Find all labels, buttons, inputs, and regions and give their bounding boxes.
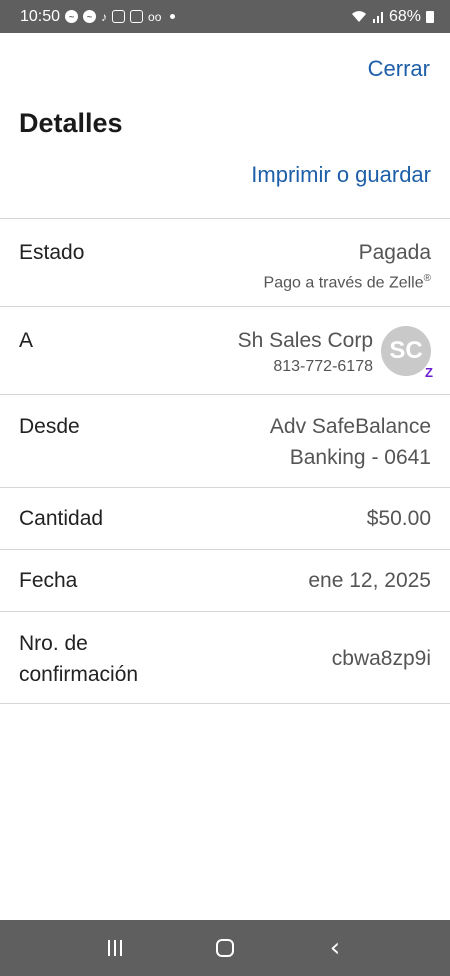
dot-icon <box>170 14 176 19</box>
status-left: 10:50 ~ ~ ♪ oo <box>20 7 176 26</box>
detail-value: Pagada Pago a través de Zelle® <box>264 237 431 306</box>
amount-value: $50.00 <box>366 507 431 530</box>
messenger-icon: ~ <box>83 10 97 23</box>
confirmation-value: cbwa8zp9i <box>331 647 431 670</box>
account-name-line1: Adv SafeBalance <box>269 415 431 438</box>
zelle-badge-icon: Z <box>425 365 433 380</box>
detail-label: Desde <box>19 415 80 438</box>
battery-icon <box>426 10 434 23</box>
back-icon: ‹ <box>329 933 341 963</box>
registered-mark: ® <box>423 273 431 284</box>
status-value: Pagada <box>358 241 431 264</box>
detail-row-recipient: A Sh Sales Corp 813-772-6178 SC Z <box>0 306 450 394</box>
battery-percent: 68% <box>388 7 421 25</box>
confirmation-label-line1: Nro. de <box>19 632 88 655</box>
instagram-icon <box>112 10 126 23</box>
signal-icon <box>372 11 383 23</box>
account-name-line2: Banking - 0641 <box>289 446 431 469</box>
recipient-name: Sh Sales Corp <box>237 329 373 352</box>
detail-value: Adv SafeBalance Banking - 0641 <box>270 411 431 487</box>
page-title: Detalles <box>19 108 123 138</box>
instagram-icon <box>130 10 144 23</box>
close-link[interactable]: Cerrar <box>368 56 430 82</box>
recents-icon <box>108 940 122 956</box>
home-button[interactable] <box>205 928 245 968</box>
status-right: 68% <box>351 8 434 26</box>
system-nav-bar: ‹ <box>0 920 450 976</box>
details-list: Estado Pagada Pago a través de Zelle® A … <box>0 218 450 704</box>
avatar: SC Z <box>381 326 433 380</box>
payment-method-note: Pago a través de Zelle® <box>264 268 431 294</box>
recipient-phone: 813-772-6178 <box>273 358 373 375</box>
detail-label: Estado <box>19 241 85 264</box>
avatar-initials: SC <box>389 337 423 364</box>
detail-value: Sh Sales Corp 813-772-6178 <box>238 325 373 378</box>
detail-row-confirmation: Nro. de confirmación cbwa8zp9i <box>0 611 450 704</box>
detail-row-date: Fecha ene 12, 2025 <box>0 549 450 611</box>
confirmation-label-line2: confirmación <box>19 663 139 686</box>
recipient-block: Sh Sales Corp 813-772-6178 SC Z <box>238 325 433 394</box>
detail-row-amount: Cantidad $50.00 <box>0 487 450 549</box>
status-time: 10:50 <box>20 7 61 25</box>
voicemail-icon: oo <box>148 9 162 24</box>
payment-method-text: Pago a través de Zelle <box>263 274 424 292</box>
home-icon <box>216 939 234 957</box>
detail-label: Fecha <box>19 569 78 592</box>
detail-row-estado: Estado Pagada Pago a través de Zelle® <box>0 218 450 306</box>
back-button[interactable]: ‹ <box>315 928 355 968</box>
messenger-icon: ~ <box>65 10 79 23</box>
status-bar: 10:50 ~ ~ ♪ oo 68% <box>0 0 450 33</box>
detail-label: A <box>19 329 34 352</box>
detail-row-from: Desde Adv SafeBalance Banking - 0641 <box>0 394 450 487</box>
detail-label: Cantidad <box>19 507 104 530</box>
recents-button[interactable] <box>95 928 135 968</box>
date-value: ene 12, 2025 <box>308 569 431 592</box>
tiktok-icon: ♪ <box>101 9 108 24</box>
detail-label: Nro. de confirmación <box>19 628 138 690</box>
print-or-save-link[interactable]: Imprimir o guardar <box>251 162 431 188</box>
wifi-icon <box>351 11 366 22</box>
